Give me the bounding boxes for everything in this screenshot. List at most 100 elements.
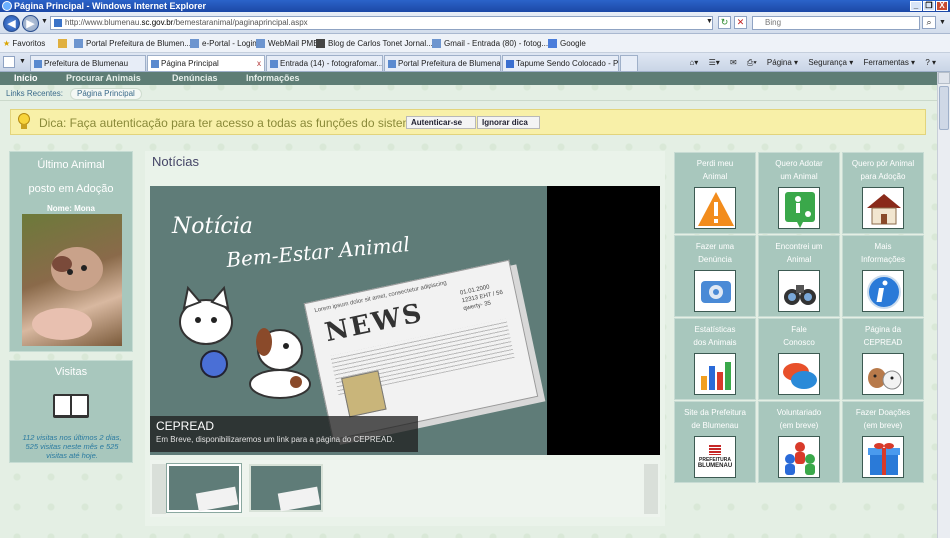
- url-domain: sc.gov.br: [141, 18, 174, 27]
- caption-title: CEPREAD: [156, 419, 215, 433]
- lightbulb-icon: [18, 113, 30, 129]
- authenticate-button[interactable]: Autenticar-se: [406, 116, 476, 129]
- search-icon[interactable]: ⌕: [922, 16, 936, 29]
- menu-informacoes[interactable]: Informações: [246, 72, 300, 84]
- warning-icon: [694, 187, 736, 229]
- tab-close-icon[interactable]: x: [257, 56, 261, 71]
- print-icon[interactable]: ⎙▾: [747, 58, 757, 67]
- main-menu: Início Procurar Animais Denúncias Inform…: [0, 72, 937, 85]
- news-slideshow[interactable]: Notícia Bem-Estar Animal Lorem ipsum dol…: [150, 186, 660, 455]
- page-menu[interactable]: Página ▾: [767, 58, 798, 67]
- tab-pagina-principal[interactable]: Página Principal x: [147, 55, 265, 71]
- search-options-icon[interactable]: ▼: [939, 19, 946, 26]
- tab-entrada[interactable]: Entrada (14) - fotografomar...: [266, 55, 383, 71]
- page-content: Início Procurar Animais Denúncias Inform…: [0, 72, 937, 538]
- favorite-link-3[interactable]: WebMail PMB: [256, 34, 319, 53]
- last-animal-panel: Último Animal posto em Adoção Nome: Mona: [9, 151, 133, 352]
- favorite-link-6[interactable]: Google: [548, 34, 586, 53]
- thumbs-scroll-left[interactable]: [152, 464, 166, 514]
- phone-icon: [694, 270, 736, 312]
- new-tab-button[interactable]: [620, 55, 638, 71]
- news-thumbnail-2[interactable]: [249, 464, 323, 512]
- tile-fale-conosco[interactable]: Fale Conosco: [758, 318, 840, 400]
- menu-inicio[interactable]: Início: [14, 72, 38, 84]
- tab-prefeitura[interactable]: Prefeitura de Blumenau: [30, 55, 146, 71]
- visits-text: 112 visitas nos últimos 2 dias, 525 visi…: [22, 433, 122, 460]
- tile-quero-adotar[interactable]: Quero Adotar um Animal: [758, 152, 840, 234]
- site-icon: [256, 39, 265, 49]
- tile-perdi-meu-animal[interactable]: Perdi meu Animal: [674, 152, 756, 234]
- tools-menu[interactable]: Ferramentas ▾: [863, 58, 915, 67]
- news-thumbnails: [150, 460, 660, 517]
- tile-pagina-cepread[interactable]: Página da CEPREAD: [842, 318, 924, 400]
- search-placeholder: Bing: [765, 18, 782, 27]
- url-path: /bemestaranimal/paginaprincipal.aspx: [173, 18, 308, 27]
- scroll-up-arrow-icon[interactable]: [938, 72, 950, 84]
- favorite-link-5[interactable]: Gmail - Entrada (80) - fotog...: [432, 34, 548, 53]
- ignore-tip-button[interactable]: Ignorar dica: [477, 116, 540, 129]
- favorite-link-1[interactable]: Portal Prefeitura de Blumen...: [74, 34, 191, 53]
- menu-denuncias[interactable]: Denúncias: [172, 72, 218, 84]
- tile-fazer-doacoes[interactable]: Fazer Doações (em breve): [842, 401, 924, 483]
- favorites-button[interactable]: ★ Favoritos: [3, 34, 45, 53]
- tile-site-prefeitura[interactable]: Site da Prefeitura de Blumenau PREFEITURA…: [674, 401, 756, 483]
- recent-links: Links Recentes: Página Principal: [0, 87, 937, 101]
- add-favorite-icon[interactable]: [58, 34, 70, 53]
- tile-estatisticas[interactable]: Estatísticas dos Animais: [674, 318, 756, 400]
- window-title: Página Principal - Windows Internet Expl…: [14, 1, 206, 11]
- favorites-bar: ★ Favoritos Portal Prefeitura de Blumen.…: [0, 34, 950, 53]
- help-menu[interactable]: ? ▾: [925, 58, 936, 67]
- quick-tabs-icon[interactable]: [3, 56, 15, 68]
- news-slide-image[interactable]: Notícia Bem-Estar Animal Lorem ipsum dol…: [150, 186, 547, 455]
- forward-button[interactable]: ▶: [22, 15, 39, 32]
- tile-encontrei-animal[interactable]: Encontrei um Animal: [758, 235, 840, 317]
- ie-logo-icon: [2, 1, 12, 11]
- tile-por-animal-adocao[interactable]: Quero pôr Animal para Adoção: [842, 152, 924, 234]
- mail-icon[interactable]: ✉: [730, 58, 737, 67]
- scroll-thumb[interactable]: [939, 86, 949, 130]
- feeds-icon[interactable]: ☰▾: [709, 58, 720, 67]
- tab-list-icon[interactable]: ▼: [19, 58, 26, 65]
- cat-photo-icon: [341, 370, 387, 418]
- url-prefix: http://www.blumenau.: [65, 18, 142, 27]
- tab-bar: ▼ Prefeitura de Blumenau Página Principa…: [0, 53, 950, 72]
- tile-voluntariado[interactable]: Voluntariado (em breve): [758, 401, 840, 483]
- newspaper-icon: Lorem ipsum dolor sit amet, consectetur …: [303, 259, 539, 441]
- favorite-link-2[interactable]: e-Portal - Login: [190, 34, 257, 53]
- refresh-icon[interactable]: ↻: [718, 16, 731, 29]
- newspaper-thumb-icon: [195, 486, 239, 512]
- recent-link-pagina-principal[interactable]: Página Principal: [70, 88, 142, 100]
- vertical-scrollbar[interactable]: [937, 72, 950, 538]
- tile-fazer-denuncia[interactable]: Fazer uma Denúncia: [674, 235, 756, 317]
- page-icon: [54, 19, 62, 27]
- tile-mais-informacoes[interactable]: Mais Informações: [842, 235, 924, 317]
- back-button[interactable]: ◀: [3, 15, 20, 32]
- chart-icon: [694, 353, 736, 395]
- google-icon: [548, 39, 557, 49]
- restore-button[interactable]: ❐: [923, 1, 935, 11]
- close-window-button[interactable]: X: [936, 1, 948, 11]
- tab-portal[interactable]: Portal Prefeitura de Blumena...: [384, 55, 501, 71]
- thumbs-scroll-right[interactable]: [644, 464, 658, 514]
- address-field[interactable]: http://www.blumenau.sc.gov.br/bemestaran…: [50, 16, 713, 30]
- menu-procurar-animais[interactable]: Procurar Animais: [66, 72, 141, 84]
- favorite-link-4[interactable]: Blog de Carlos Tonet Jornal...: [316, 34, 433, 53]
- home-icon[interactable]: ⌂▾: [689, 58, 698, 67]
- news-thumbnail-1[interactable]: [166, 463, 242, 513]
- people-icon: [778, 436, 820, 478]
- tab-tapume[interactable]: Tapume Sendo Colocado - P...: [502, 55, 619, 71]
- security-menu[interactable]: Segurança ▾: [808, 58, 853, 67]
- newspaper-thumb-icon: [277, 486, 321, 512]
- house-icon: [862, 187, 904, 229]
- walk-icon: [778, 187, 820, 229]
- recent-label: Links Recentes:: [6, 89, 63, 98]
- window-titlebar: Página Principal - Windows Internet Expl…: [0, 0, 950, 12]
- address-dropdown-icon[interactable]: ▼: [703, 16, 716, 29]
- banner-line-1: Notícia: [172, 214, 253, 239]
- minimize-button[interactable]: _: [910, 1, 922, 11]
- search-input[interactable]: Bing: [752, 16, 920, 30]
- history-dropdown-icon[interactable]: ▼: [41, 18, 48, 25]
- stop-icon[interactable]: ✕: [734, 16, 747, 29]
- animal-photo[interactable]: [22, 214, 122, 346]
- site-icon: [190, 39, 199, 49]
